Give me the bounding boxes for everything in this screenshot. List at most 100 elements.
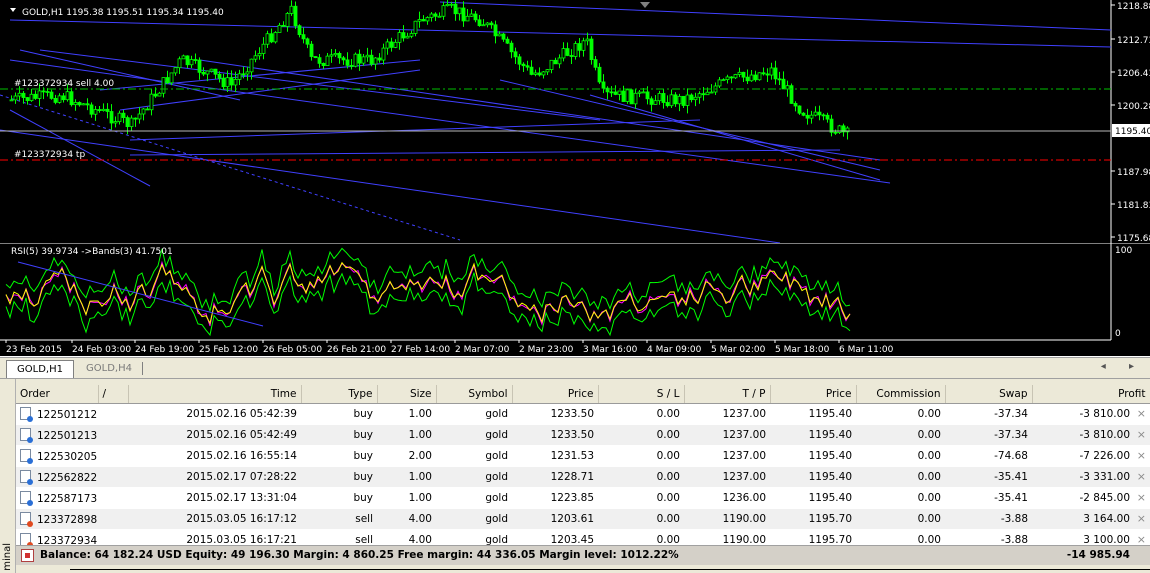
close-order-icon[interactable]: × [1137, 407, 1146, 420]
tab-scroll-arrows-icon[interactable]: ◂ ▸ [1101, 361, 1144, 372]
order-tp: 1237.00 [684, 424, 770, 446]
order-row[interactable]: 122562822 2015.02.17 07:28:22 buy 1.00 gold 1… [16, 466, 1150, 488]
candle-body [665, 102, 670, 107]
order-time: 2015.02.16 16:55:14 [128, 445, 301, 467]
price-chart[interactable]: #123372934 sell 4.00 #123372934 tp 1218.… [0, 0, 1150, 243]
candle-body [817, 111, 822, 116]
candle-body [761, 72, 766, 75]
price-chart-canvas[interactable]: #123372934 sell 4.00 #123372934 tp 1218.… [0, 0, 1150, 243]
order-number: 122587173 [37, 493, 98, 505]
balance-summary-row[interactable]: Balance: 64 182.24 USD Equity: 49 196.30… [16, 545, 1150, 565]
price-chart-info: GOLD,H1 1195.38 1195.51 1195.34 1195.40 [22, 8, 224, 18]
tab-gold-h4[interactable]: GOLD,H4 [76, 360, 142, 377]
candle-body [437, 15, 442, 18]
trendline[interactable] [589, 94, 881, 181]
col-time[interactable]: Time [128, 385, 302, 404]
trendline[interactable] [129, 119, 701, 141]
rsi-indicator-window[interactable]: RSI(5) 39.9734 ->Bands(3) 41.7501 100 0 … [0, 243, 1150, 356]
candle-body [105, 108, 110, 112]
candle-body [117, 112, 122, 123]
candle-body [629, 89, 634, 105]
candle-body [613, 91, 618, 95]
trendline[interactable] [0, 94, 461, 241]
close-order-icon[interactable]: × [1137, 512, 1146, 525]
col-sort-indicator[interactable]: / [98, 385, 129, 404]
candle-body [309, 43, 314, 57]
order-open-price: 1233.50 [512, 424, 598, 446]
balance-text: Balance: 64 182.24 USD Equity: 49 196.30… [40, 549, 679, 561]
tab-gold-h1[interactable]: GOLD,H1 [6, 360, 74, 378]
candle-body [157, 92, 162, 97]
candle-body [89, 104, 94, 115]
terminal-sidebar[interactable]: minal [0, 379, 16, 573]
trendline[interactable] [129, 149, 841, 156]
candle-body [477, 19, 482, 27]
col-size[interactable]: Size [377, 385, 437, 404]
col-sl[interactable]: S / L [598, 385, 685, 404]
trendline[interactable] [439, 1, 1112, 31]
col-symbol[interactable]: Symbol [436, 385, 513, 404]
candle-body [653, 100, 658, 105]
order-commission: 0.00 [856, 487, 945, 509]
candle-body [581, 40, 586, 51]
close-order-icon[interactable]: × [1137, 449, 1146, 462]
candle-body [789, 85, 794, 104]
candle-body [301, 34, 306, 40]
time-tick-label: 2 Mar 07:00 [455, 345, 510, 355]
candle-body [513, 51, 518, 58]
candle-body [357, 53, 362, 64]
order-symbol: gold [436, 403, 512, 425]
col-order[interactable]: Order [16, 385, 99, 404]
rsi-indicator-canvas[interactable]: RSI(5) 39.9734 ->Bands(3) 41.7501 100 0 … [0, 243, 1150, 356]
order-row[interactable]: 122587173 2015.02.17 13:31:04 buy 1.00 gold 1… [16, 487, 1150, 509]
candle-body [181, 55, 186, 60]
candle-body [701, 93, 706, 96]
candle-body [745, 76, 750, 82]
candle-body [473, 13, 478, 21]
candle-body [773, 67, 778, 80]
order-row[interactable]: 122501212 2015.02.16 05:42:39 buy 1.00 gold 1… [16, 403, 1150, 425]
close-order-icon[interactable]: × [1137, 428, 1146, 441]
col-type[interactable]: Type [301, 385, 378, 404]
order-row[interactable]: 122530205 2015.02.16 16:55:14 buy 2.00 gold 1… [16, 445, 1150, 467]
candle-body [601, 81, 606, 89]
trendline[interactable] [9, 19, 1112, 48]
trendline[interactable] [0, 129, 781, 243]
candle-body [109, 111, 114, 124]
chart-shift-marker-icon[interactable] [640, 2, 650, 8]
time-tick-label: 2 Mar 23:00 [519, 345, 574, 355]
candle-body [733, 74, 738, 79]
candle-body [417, 19, 422, 22]
col-swap[interactable]: Swap [945, 385, 1033, 404]
col-open-price[interactable]: Price [512, 385, 599, 404]
candle-body [497, 33, 502, 37]
trendlines[interactable] [0, 1, 1112, 243]
col-price[interactable]: Price [770, 385, 857, 404]
candle-body [681, 95, 686, 106]
rsi-trendline[interactable] [17, 261, 264, 327]
order-symbol: gold [436, 487, 512, 509]
close-order-icon[interactable]: × [1137, 470, 1146, 483]
col-profit[interactable]: Profit [1032, 385, 1150, 404]
price-tick-label: 1181.83 [1117, 201, 1150, 211]
close-order-icon[interactable]: × [1137, 491, 1146, 504]
candle-body [821, 114, 826, 117]
candle-body [493, 24, 498, 37]
time-tick-label: 27 Feb 14:00 [391, 345, 450, 355]
candle-body [193, 59, 198, 61]
order-open-price: 1231.53 [512, 445, 598, 467]
candle-body [337, 53, 342, 59]
col-tp[interactable]: T / P [684, 385, 771, 404]
chart-menu-triangle-icon[interactable] [10, 8, 16, 12]
col-commission[interactable]: Commission [856, 385, 946, 404]
order-time: 2015.02.16 05:42:39 [128, 403, 301, 425]
time-tick-label: 26 Feb 05:00 [263, 345, 322, 355]
time-tick-label: 5 Mar 18:00 [775, 345, 830, 355]
order-row[interactable]: 123372898 2015.03.05 16:17:12 sell 4.00 gold… [16, 508, 1150, 530]
candle-body [717, 79, 722, 87]
order-cell: 123372898 [16, 508, 128, 530]
candle-body [257, 53, 262, 57]
order-row[interactable]: 122501213 2015.02.16 05:42:49 buy 1.00 gold 1… [16, 424, 1150, 446]
current-price-value: 1195.40 [1115, 127, 1150, 137]
candle-body [825, 114, 830, 120]
